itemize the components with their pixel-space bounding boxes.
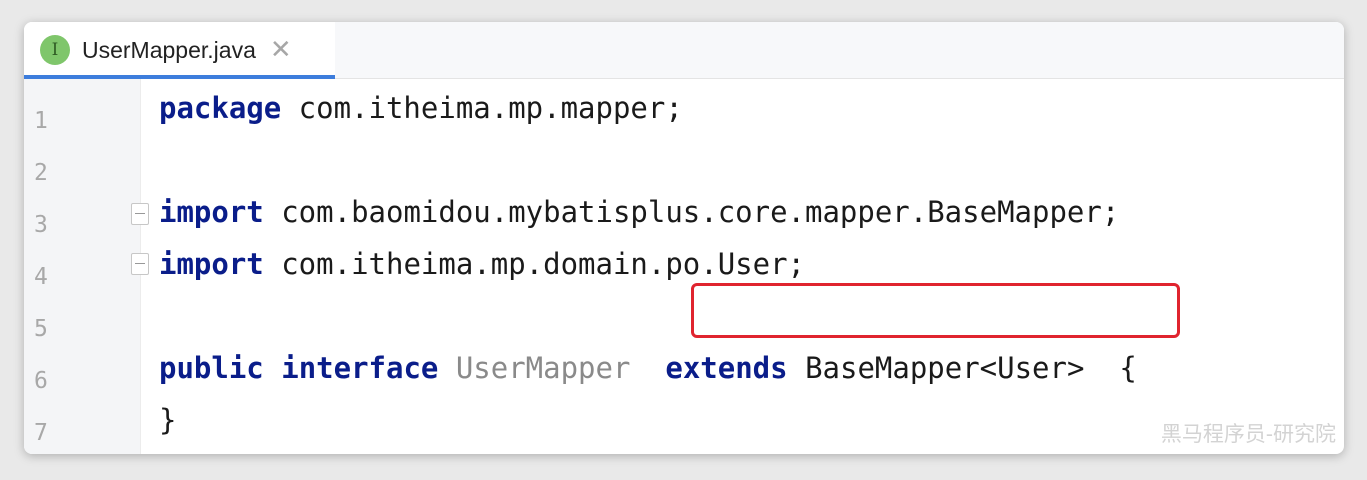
fold-end-icon[interactable]	[131, 253, 149, 275]
keyword: public	[159, 351, 264, 385]
editor-tab-bar: I UserMapper.java ✕	[24, 22, 1344, 79]
code-text: }	[159, 403, 177, 437]
code-line-7: }	[159, 402, 176, 438]
keyword: interface	[281, 351, 439, 385]
close-icon[interactable]: ✕	[270, 37, 292, 63]
code-text: com.itheima.mp.mapper;	[281, 91, 683, 125]
code-line-1: package com.itheima.mp.mapper;	[159, 90, 683, 126]
editor-panel: I UserMapper.java ✕ 1 2 3 4 5 6 7 packag…	[24, 22, 1344, 454]
keyword: package	[159, 91, 282, 125]
line-number: 2	[34, 160, 48, 186]
interface-name: UserMapper	[455, 351, 631, 385]
tab-usermapper[interactable]: I UserMapper.java ✕	[24, 22, 335, 79]
line-number: 5	[34, 316, 48, 342]
line-number: 4	[34, 264, 48, 290]
line-number: 3	[34, 212, 48, 238]
highlight-box	[691, 283, 1180, 338]
watermark: 黑马程序员-研究院	[1160, 422, 1336, 446]
code-line-3: import com.baomidou.mybatisplus.core.map…	[159, 194, 1119, 230]
line-number: 7	[34, 420, 48, 446]
code-text: com.itheima.mp.domain.po.User;	[263, 247, 806, 281]
code-text: BaseMapper<User>	[805, 351, 1085, 385]
line-number: 1	[34, 108, 48, 134]
code-line-4: import com.itheima.mp.domain.po.User;	[159, 246, 805, 282]
line-number: 6	[34, 368, 48, 394]
code-text: com.baomidou.mybatisplus.core.mapper.Bas…	[263, 195, 1120, 229]
line-number-gutter: 1 2 3 4 5 6 7	[24, 79, 141, 454]
interface-icon: I	[40, 35, 70, 65]
tab-label: UserMapper.java	[82, 36, 256, 63]
code-line-6: public interface UserMapper extends Base…	[159, 350, 1137, 386]
keyword: import	[159, 247, 264, 281]
keyword: import	[159, 195, 264, 229]
keyword: extends	[665, 351, 788, 385]
fold-start-icon[interactable]	[131, 203, 149, 225]
code-text: {	[1119, 351, 1137, 385]
